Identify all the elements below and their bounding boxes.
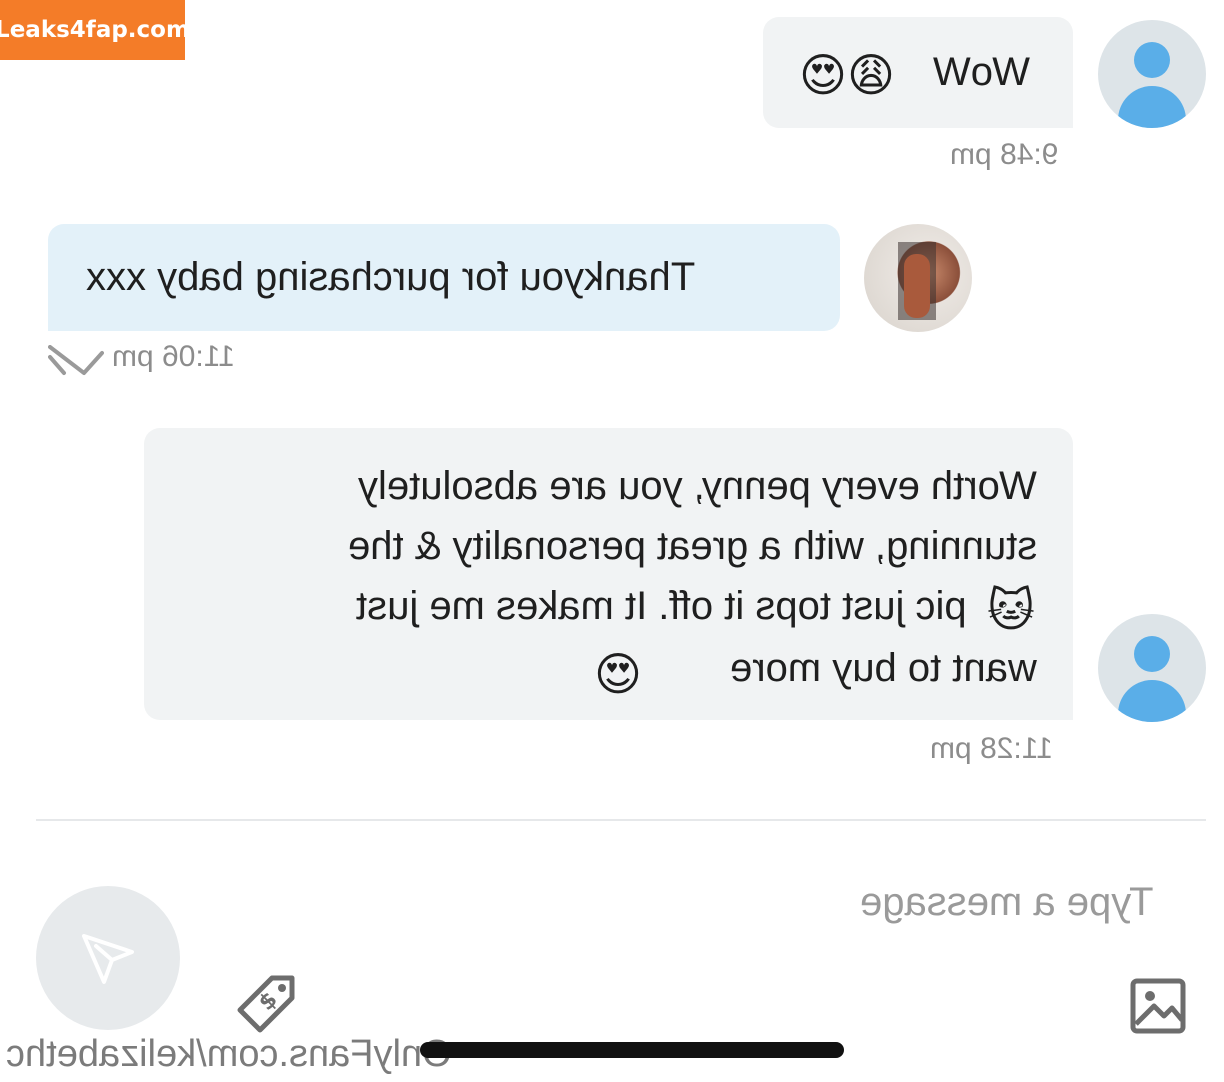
message-1-text: WoW xyxy=(933,50,1031,94)
sender-avatar[interactable] xyxy=(1098,20,1206,128)
avatar-head-icon xyxy=(1134,42,1170,78)
message-3-line-1: Worth every penny, you are absolutely xyxy=(358,464,1037,508)
avatar-head-icon xyxy=(1134,636,1170,672)
message-2-time: 11:06 pm xyxy=(112,340,235,373)
send-icon xyxy=(82,934,134,984)
message-bubble-2[interactable]: Thankyou for purchasing baby xxx xyxy=(48,224,840,331)
image-icon[interactable] xyxy=(1130,978,1186,1034)
avatar-body-icon xyxy=(1118,86,1186,128)
footer-url: OnlyFans.com/kelizabethc xyxy=(6,1033,452,1075)
avatar-photo-figure xyxy=(904,254,930,318)
creator-avatar[interactable] xyxy=(864,224,972,332)
message-3-line-3: pic just tops it off. It makes me just xyxy=(356,584,967,628)
message-bubble-3[interactable]: Worth every penny, you are absolutely st… xyxy=(144,428,1073,720)
message-3-line-2: stunning, with a great personality & the xyxy=(347,524,1037,568)
price-tag-icon[interactable]: $ xyxy=(232,972,298,1038)
avatar-body-icon xyxy=(1118,680,1186,722)
double-check-icon xyxy=(48,345,104,375)
message-input[interactable]: Type a message xyxy=(860,880,1154,925)
send-button[interactable] xyxy=(36,886,180,1030)
message-1-emoji: 😍😩 xyxy=(799,48,895,102)
home-indicator[interactable] xyxy=(420,1042,844,1058)
message-2-text: Thankyou for purchasing baby xxx xyxy=(86,255,696,299)
message-3-time: 11:28 pm xyxy=(930,732,1053,765)
watermark-badge: Leaks4fap.com xyxy=(0,0,190,60)
heart-eyes-emoji: 😍 xyxy=(594,647,642,701)
composer-divider xyxy=(36,819,1206,821)
message-1-time: 9:48 pm xyxy=(950,138,1059,171)
sender-avatar-2[interactable] xyxy=(1098,614,1206,722)
message-bubble-1[interactable]: WoW 😍😩 xyxy=(763,17,1073,128)
message-3-line-4: want to buy more xyxy=(730,646,1037,690)
cat-emoji: 🐱 xyxy=(987,583,1035,637)
